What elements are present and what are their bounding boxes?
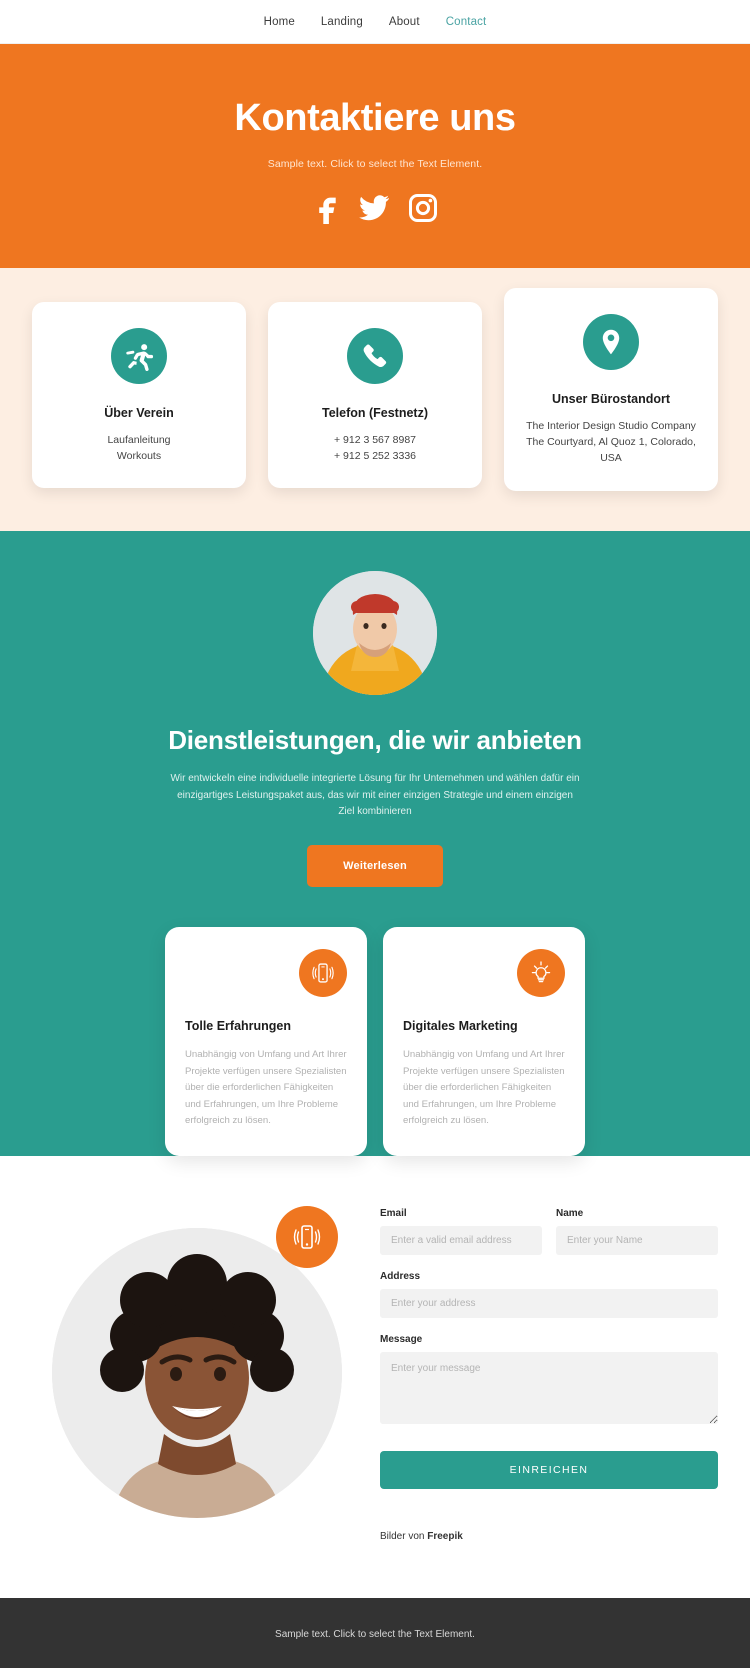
footer-text: Sample text. Click to select the Text El… — [275, 1628, 475, 1640]
feature-card-title: Tolle Erfahrungen — [185, 1019, 292, 1034]
feature-card-experience[interactable]: Tolle Erfahrungen Unabhängig von Umfang … — [165, 927, 367, 1156]
services-title: Dienstleistungen, die wir anbieten — [168, 724, 582, 755]
email-input[interactable] — [380, 1225, 542, 1255]
image-credit: Bilder von Freepik — [380, 1531, 718, 1542]
feature-cards-row: Tolle Erfahrungen Unabhängig von Umfang … — [20, 927, 730, 1156]
contact-cards-section: Über Verein Laufanleitung Workouts Telef… — [0, 267, 750, 531]
image-credit-source[interactable]: Freepik — [427, 1531, 463, 1542]
contact-card-line: + 912 3 567 8987 — [333, 433, 417, 446]
facebook-icon[interactable] — [313, 192, 339, 224]
contact-card-title: Unser Bürostandort — [551, 391, 671, 406]
feature-card-body: Unabhängig von Umfang und Art Ihrer Proj… — [185, 1049, 347, 1127]
message-textarea[interactable] — [380, 1351, 718, 1424]
contact-card-line: The Interior Design Studio Company — [526, 419, 696, 432]
main-navigation: Home Landing About Contact — [0, 0, 750, 44]
contact-card-line: Laufanleitung — [107, 433, 171, 446]
vibrating-phone-icon — [276, 1205, 338, 1268]
contact-card-location[interactable]: Unser Bürostandort The Interior Design S… — [504, 287, 718, 491]
name-field-group: Name — [556, 1208, 718, 1255]
image-credit-prefix: Bilder von — [380, 1530, 428, 1542]
email-label: Email — [380, 1207, 407, 1219]
page-footer: Sample text. Click to select the Text El… — [0, 1597, 750, 1668]
address-label: Address — [380, 1270, 421, 1282]
nav-item-landing[interactable]: Landing — [321, 16, 363, 28]
contact-card-title: Über Verein — [104, 405, 174, 420]
vibrating-phone-icon — [299, 949, 347, 998]
email-field-group: Email — [380, 1208, 542, 1255]
contact-photo — [52, 1227, 342, 1518]
contact-photo-column — [32, 1200, 362, 1518]
contact-card-line: Workouts — [116, 450, 162, 463]
address-input[interactable] — [380, 1288, 718, 1318]
submit-button[interactable]: EINREICHEN — [380, 1450, 718, 1489]
hero-subtitle: Sample text. Click to select the Text El… — [267, 157, 483, 170]
nav-item-contact[interactable]: Contact — [446, 16, 487, 28]
instagram-icon[interactable] — [409, 193, 437, 222]
phone-icon — [347, 327, 403, 384]
contact-card-title: Telefon (Festnetz) — [321, 405, 429, 420]
social-links — [20, 192, 730, 224]
hero-section: Kontaktiere uns Sample text. Click to se… — [0, 44, 750, 268]
name-label: Name — [556, 1207, 584, 1219]
contact-card-line: The Courtyard, Al Quoz 1, Colorado, — [526, 436, 696, 449]
contact-card-phone[interactable]: Telefon (Festnetz) + 912 3 567 8987 + 91… — [268, 301, 482, 489]
nav-item-about[interactable]: About — [389, 16, 420, 28]
running-person-icon — [111, 327, 167, 384]
message-label: Message — [380, 1333, 423, 1345]
lightbulb-icon — [517, 949, 565, 998]
services-body: Wir entwickeln eine individuelle integri… — [170, 772, 580, 818]
page-title: Kontaktiere uns — [234, 97, 516, 139]
feature-card-body: Unabhängig von Umfang und Art Ihrer Proj… — [403, 1049, 565, 1127]
page-root: Home Landing About Contact Kontaktiere u… — [0, 0, 750, 1668]
form-row-email-name: Email Name — [380, 1208, 718, 1271]
contact-form-section: Email Name Address Message EINREICHEN Bi… — [0, 1155, 750, 1598]
contact-card-line: + 912 5 252 3336 — [333, 450, 417, 463]
name-input[interactable] — [556, 1225, 718, 1255]
address-field-group: Address — [380, 1271, 718, 1318]
map-pin-icon — [583, 313, 639, 370]
contact-cards-row: Über Verein Laufanleitung Workouts Telef… — [32, 287, 718, 491]
services-section: Dienstleistungen, die wir anbieten Wir e… — [0, 530, 750, 1156]
nav-item-home[interactable]: Home — [264, 16, 295, 28]
avatar — [313, 570, 437, 695]
read-more-button[interactable]: Weiterlesen — [307, 845, 443, 888]
feature-card-title: Digitales Marketing — [403, 1019, 518, 1034]
message-field-group: Message — [380, 1334, 718, 1429]
feature-card-marketing[interactable]: Digitales Marketing Unabhängig von Umfan… — [383, 927, 585, 1156]
twitter-icon[interactable] — [359, 195, 389, 221]
contact-card-about[interactable]: Über Verein Laufanleitung Workouts — [32, 301, 246, 489]
contact-card-line: USA — [600, 452, 622, 465]
contact-form: Email Name Address Message EINREICHEN Bi… — [380, 1200, 718, 1542]
